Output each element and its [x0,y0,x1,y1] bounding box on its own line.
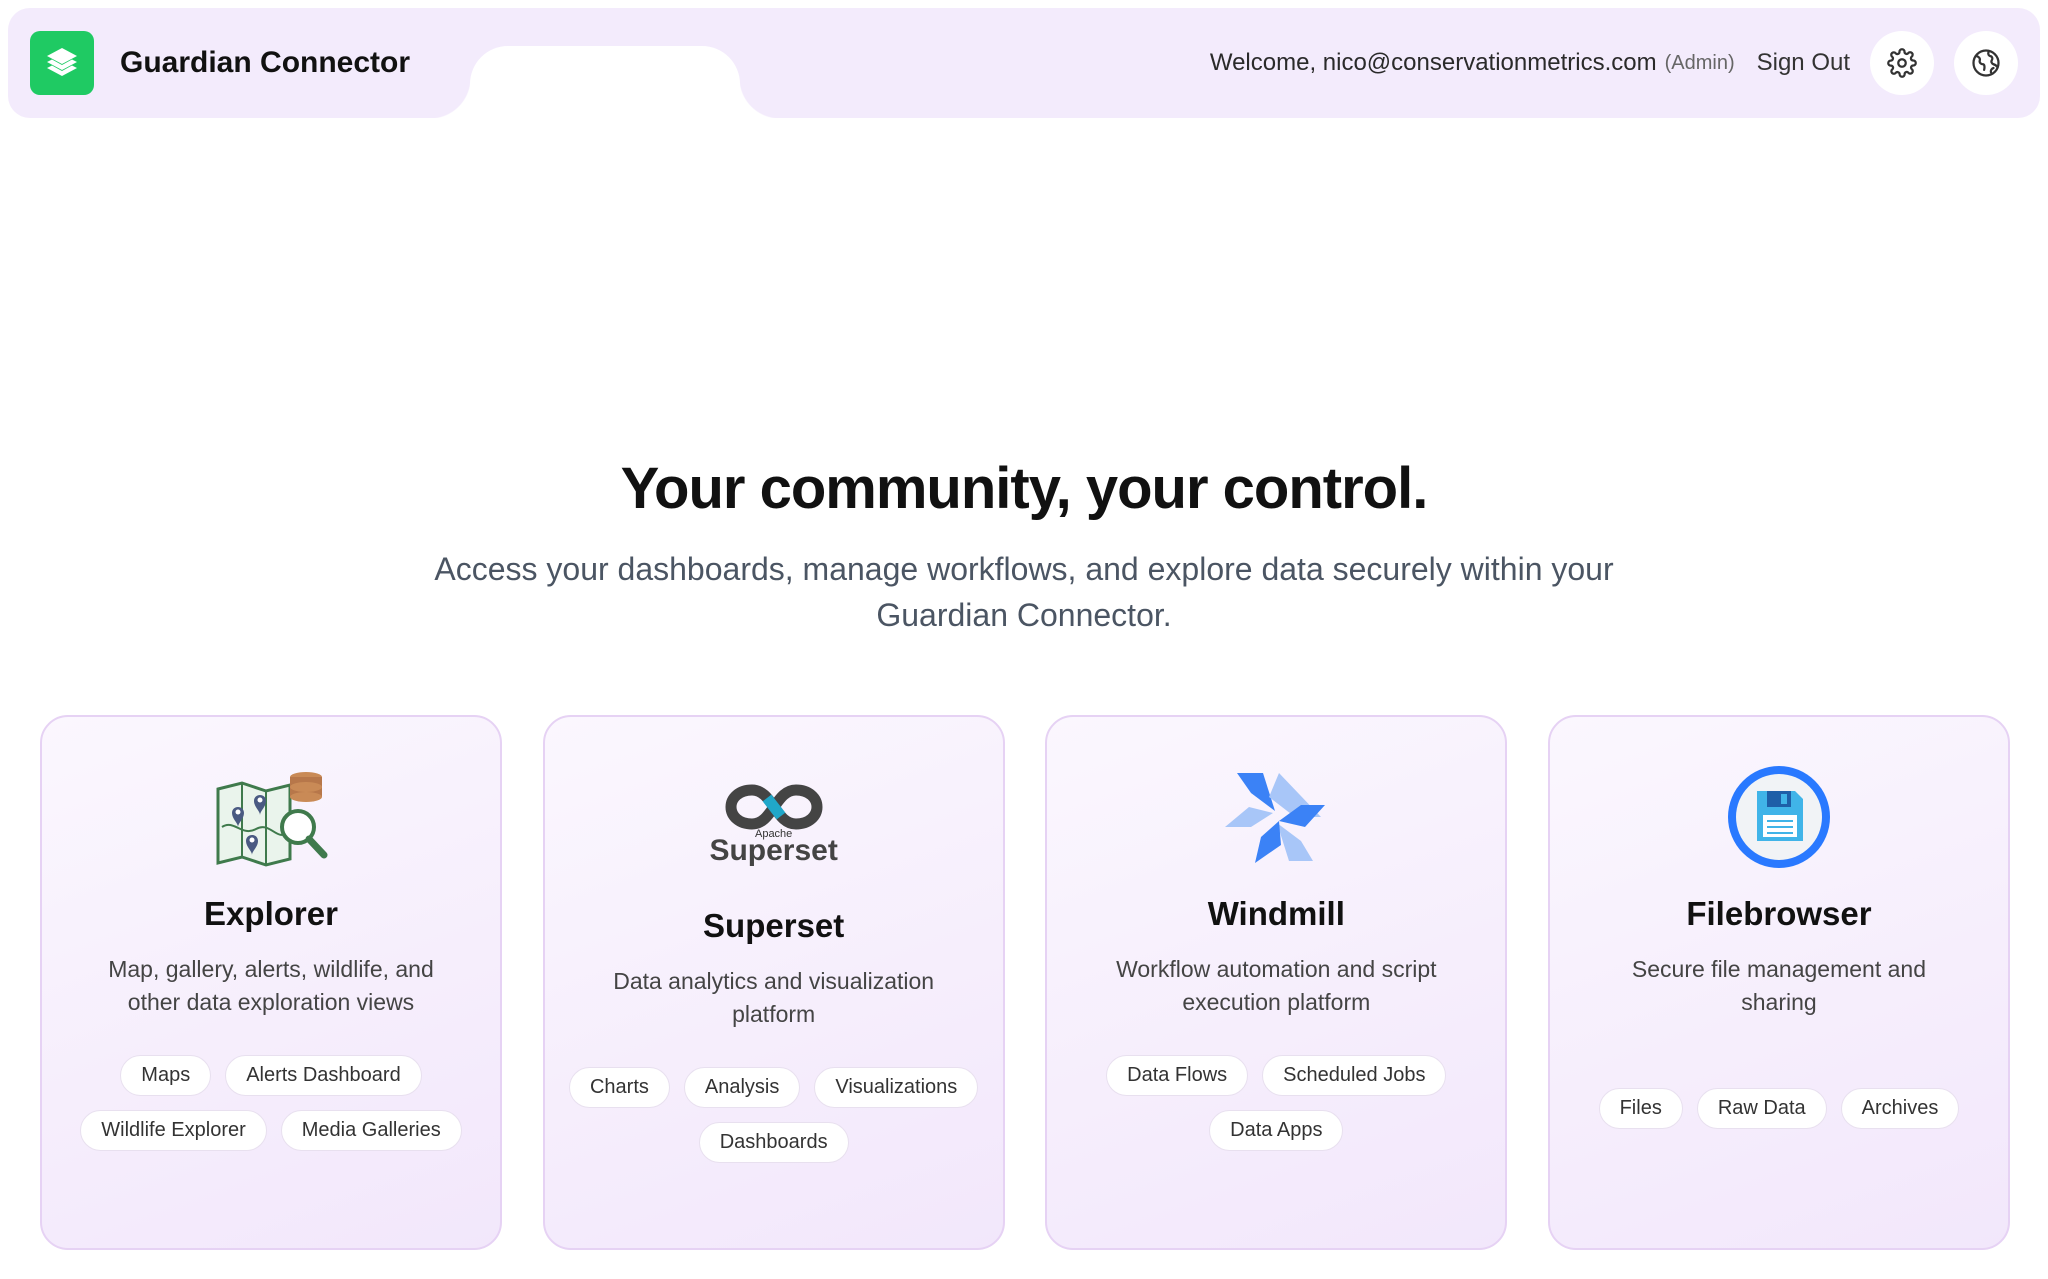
brand-name[interactable]: Guardian Connector [120,46,410,80]
tag-raw-data[interactable]: Raw Data [1696,1088,1827,1129]
role-badge: (Admin) [1664,51,1735,74]
tag-visualizations[interactable]: Visualizations [814,1067,979,1108]
card-description: Secure file management and sharing [1631,956,1926,1015]
tag-scheduled-jobs[interactable]: Scheduled Jobs [1262,1055,1447,1096]
hero-title: Your community, your control. [620,456,1429,521]
hero-subtitle: Access your dashboards, manage workflows… [434,551,1614,633]
tag-list: Files Raw Data Archives [1569,1088,1989,1129]
card-title: Windmill [1207,895,1345,932]
tag-media-galleries[interactable]: Media Galleries [280,1110,462,1151]
tag-alerts-dashboard[interactable]: Alerts Dashboard [225,1055,422,1096]
header-tab-notch [430,46,780,118]
page: Guardian Connector Welcome, nico@conserv… [0,0,2048,1279]
tag-charts[interactable]: Charts [568,1067,670,1108]
top-header: Guardian Connector Welcome, nico@conserv… [8,8,2040,118]
card-title: Superset [703,907,845,944]
logo-layers-icon[interactable] [30,31,94,95]
gear-icon [1887,48,1917,78]
card-description: Map, gallery, alerts, wildlife, and othe… [108,956,434,1015]
tag-maps[interactable]: Maps [120,1055,212,1096]
language-button[interactable] [1954,31,2018,95]
card-description: Data analytics and visualization platfor… [613,968,935,1027]
windmill-logo-icon [1221,761,1331,873]
tag-data-flows[interactable]: Data Flows [1106,1055,1249,1096]
superset-logo-icon: Apache Superset [709,769,838,881]
tag-archives[interactable]: Archives [1840,1088,1960,1129]
settings-button[interactable] [1870,31,1934,95]
card-title: Filebrowser [1686,895,1872,932]
tag-list: Data Flows Scheduled Jobs Data Apps [1066,1055,1486,1151]
tag-wildlife-explorer[interactable]: Wildlife Explorer [80,1110,267,1151]
welcome-text: Welcome, nico@conservationmetrics.com [1209,49,1657,76]
tag-files[interactable]: Files [1598,1088,1683,1129]
card-filebrowser[interactable]: Filebrowser Secure file management and s… [1547,715,2010,1250]
tag-list: Charts Analysis Visualizations Dashboard… [564,1067,984,1163]
sign-out-link[interactable]: Sign Out [1757,49,1850,77]
card-title: Explorer [204,895,338,932]
tag-analysis[interactable]: Analysis [683,1067,801,1108]
floppy-disk-icon [1723,761,1835,873]
app-cards: Explorer Map, gallery, alerts, wildlife,… [40,715,2010,1250]
card-explorer[interactable]: Explorer Map, gallery, alerts, wildlife,… [40,715,502,1250]
superset-logo-text: Superset [709,834,838,867]
card-superset[interactable]: Apache Superset Superset Data analytics … [542,715,1005,1250]
tag-dashboards[interactable]: Dashboards [698,1122,849,1163]
map-search-icon [212,761,330,873]
globe-icon [1972,49,2000,77]
tag-data-apps[interactable]: Data Apps [1209,1110,1344,1151]
tag-list: Maps Alerts Dashboard Wildlife Explorer … [61,1055,481,1151]
card-windmill[interactable]: Windmill Workflow automation and script … [1045,715,1508,1250]
card-description: Workflow automation and script execution… [1116,956,1437,1015]
header-user-area: Welcome, nico@conservationmetrics.com (A… [1210,31,2018,95]
